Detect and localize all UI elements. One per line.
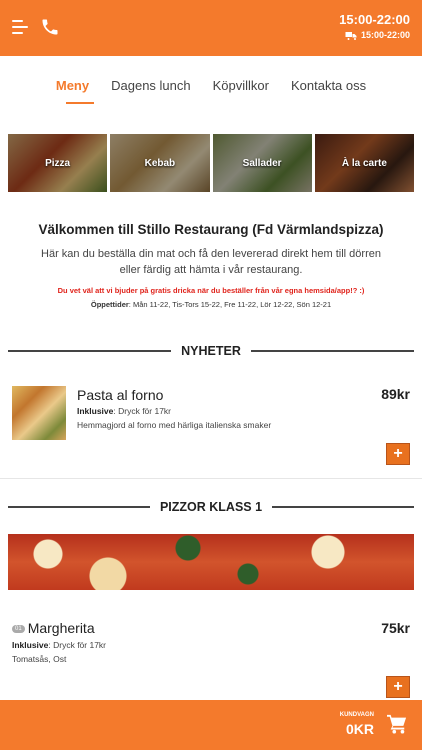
section-header-nyheter: NYHETER xyxy=(8,344,415,358)
item-name-row[interactable]: 01 Margherita xyxy=(12,620,95,636)
item-price: 89kr xyxy=(381,386,410,402)
category-pizza[interactable]: Pizza xyxy=(8,134,108,192)
delivery-hours: 15:00-22:00 xyxy=(345,30,410,40)
category-label: Kebab xyxy=(144,157,176,169)
cart-total: 0KR xyxy=(345,721,374,737)
opening-hours: Öppettider: Mån 11-22, Tis-Tors 15-22, F… xyxy=(0,300,422,309)
tab-kopvillkor[interactable]: Köpvillkor xyxy=(213,78,269,93)
inclusive-text: : Dryck för 17kr xyxy=(48,640,107,650)
welcome-intro: Här kan du beställa din mat och få den l… xyxy=(41,248,381,276)
item-name[interactable]: Margherita xyxy=(28,620,95,636)
item-number-badge: 01 xyxy=(12,625,25,634)
add-to-cart-button[interactable]: + xyxy=(386,443,410,465)
pizza-banner-image xyxy=(8,534,414,590)
section-title: NYHETER xyxy=(181,344,241,358)
inclusive-label: Inklusive xyxy=(12,640,49,650)
category-label: Pizza xyxy=(45,157,71,169)
welcome-title: Välkommen till Stillo Restaurang (Fd Vär… xyxy=(38,222,384,237)
add-to-cart-button[interactable]: + xyxy=(386,676,410,698)
tab-dagens-lunch[interactable]: Dagens lunch xyxy=(111,78,191,93)
shopping-cart-icon[interactable] xyxy=(386,714,408,734)
opening-hours-header: 15:00-22:00 xyxy=(339,12,410,27)
cart-bar[interactable]: KUNDVAGN 0KR xyxy=(0,700,422,750)
category-kebab[interactable]: Kebab xyxy=(110,134,210,192)
inclusive-text: : Dryck för 17kr xyxy=(113,406,172,416)
item-inclusive: Inklusive: Dryck för 17kr xyxy=(77,406,171,416)
section-header-pizzor-klass-1: PIZZOR KLASS 1 xyxy=(8,500,414,514)
delivery-hours-text: 15:00-22:00 xyxy=(360,30,410,40)
inclusive-label: Inklusive xyxy=(77,406,114,416)
opening-hours-text: : Mån 11-22, Tis-Tors 15-22, Fre 11-22, … xyxy=(128,300,332,309)
promo-text: Du vet väl att vi bjuder på gratis drick… xyxy=(57,286,365,295)
truck-icon xyxy=(345,31,357,40)
category-label: Sallader xyxy=(242,157,282,169)
active-tab-indicator xyxy=(66,102,94,104)
main-tabs: Meny Dagens lunch Köpvillkor Kontakta os… xyxy=(0,78,422,93)
category-sallader[interactable]: Sallader xyxy=(212,134,312,192)
item-image-pasta-al-forno[interactable] xyxy=(12,386,66,440)
opening-hours-label: Öppettider xyxy=(90,300,129,309)
hamburger-menu-icon[interactable] xyxy=(12,20,30,34)
divider xyxy=(0,478,422,479)
item-description: Tomatsås, Ost xyxy=(12,654,67,664)
item-price: 75kr xyxy=(381,620,410,636)
cart-label: KUNDVAGN xyxy=(339,712,374,718)
tab-kontakta-oss[interactable]: Kontakta oss xyxy=(291,78,366,93)
item-description: Hemmagjord al forno med härliga italiens… xyxy=(77,420,272,430)
tab-meny[interactable]: Meny xyxy=(56,78,89,93)
category-a-la-carte[interactable]: À la carte xyxy=(314,134,414,192)
category-strip: Pizza Kebab Sallader À la carte xyxy=(8,134,414,192)
top-bar: 15:00-22:00 15:00-22:00 xyxy=(0,0,422,56)
item-name[interactable]: Pasta al forno xyxy=(77,387,163,403)
category-label: À la carte xyxy=(341,157,387,169)
section-title: PIZZOR KLASS 1 xyxy=(159,500,263,514)
item-inclusive: Inklusive: Dryck för 17kr xyxy=(12,640,106,650)
phone-icon[interactable] xyxy=(40,17,60,37)
